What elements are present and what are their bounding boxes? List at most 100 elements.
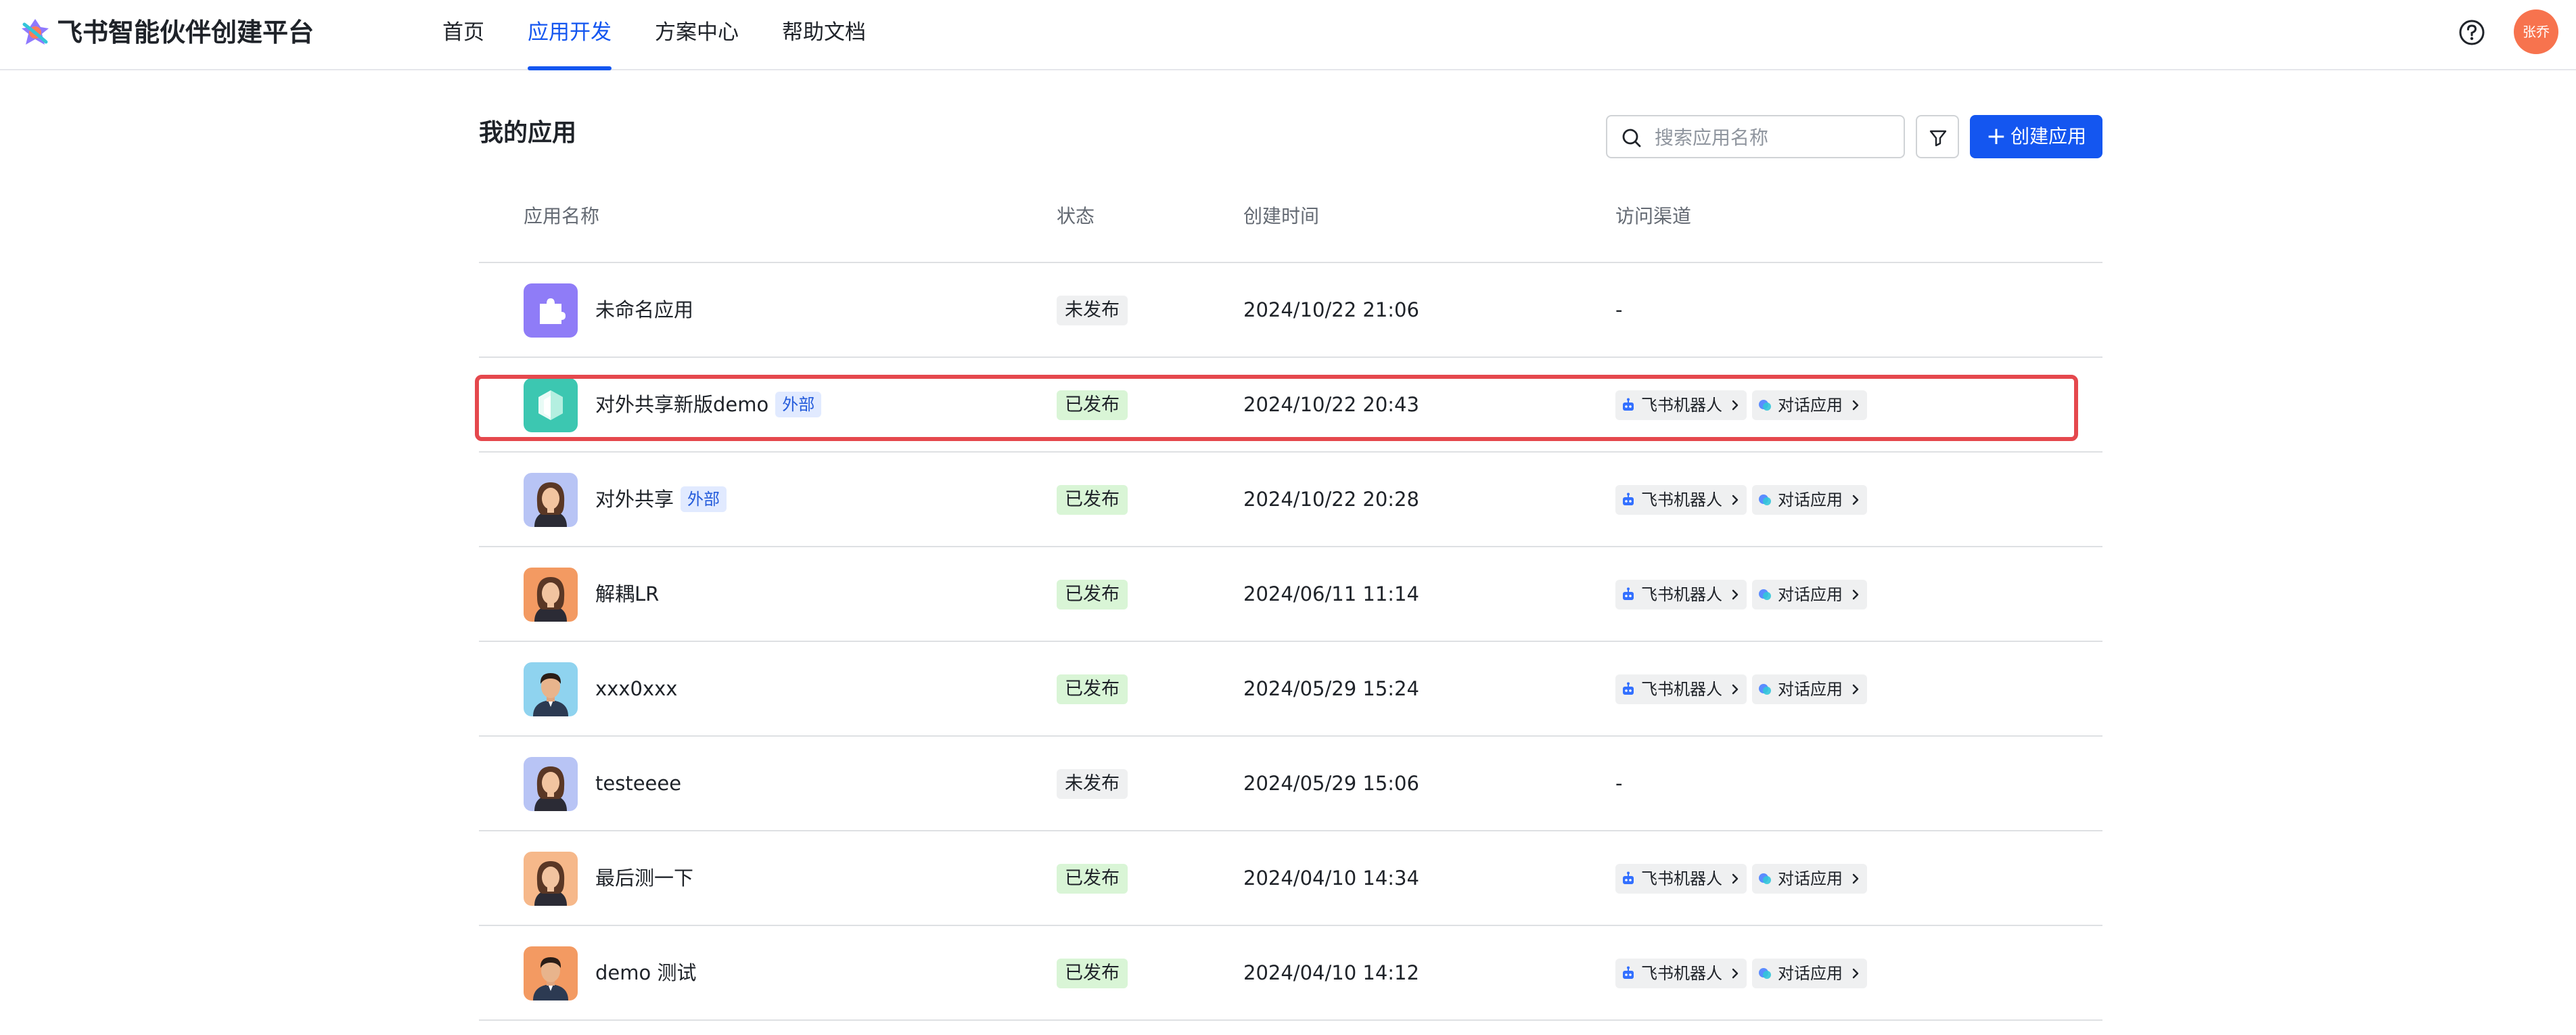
app-name: demo 测试 [595, 961, 697, 984]
channel-label: 对话应用 [1778, 964, 1843, 983]
top-header: 飞书智能伙伴创建平台 首页 应用开发 方案中心 帮助文档 张乔 [0, 0, 2576, 70]
row-highlight-box [475, 375, 2078, 441]
nav-solutions[interactable]: 方案中心 [655, 0, 739, 70]
page-title: 我的应用 [479, 119, 577, 147]
nav-app-dev[interactable]: 应用开发 [528, 0, 612, 70]
channel-label: 飞书机器人 [1641, 490, 1722, 509]
channel-label: 对话应用 [1778, 490, 1843, 509]
user-avatar[interactable]: 张乔 [2514, 9, 2558, 54]
app-icon [524, 473, 578, 527]
app-name-cell[interactable]: demo 测试 [595, 959, 696, 987]
channel-chip-chat[interactable]: 对话应用 [1752, 864, 1867, 894]
channel-chip-chat[interactable]: 对话应用 [1752, 959, 1867, 988]
channel-label: 对话应用 [1778, 869, 1843, 888]
channel-chip-bot[interactable]: 飞书机器人 [1615, 580, 1747, 610]
app-name-cell[interactable]: xxx0xxx [595, 674, 677, 703]
chat-app-icon [1759, 873, 1771, 884]
table-row[interactable]: 对外共享 外部 已发布 2024/10/22 20:28 飞书机器人 对话应用 [479, 453, 2102, 547]
app-name-cell[interactable]: 对外共享 外部 [595, 485, 727, 513]
channel-chip-bot[interactable]: 飞书机器人 [1615, 959, 1747, 988]
chevron-right-icon [1852, 968, 1859, 979]
table-row[interactable]: 未命名应用 未发布 2024/10/22 21:06 - [479, 263, 2102, 358]
app-name-cell[interactable]: testeeee [595, 769, 681, 798]
channel-list: 飞书机器人 对话应用 [1615, 864, 1872, 894]
created-time: 2024/06/11 11:14 [1243, 582, 1419, 605]
app-name-cell[interactable]: 解耦LR [595, 580, 659, 608]
table-row[interactable]: testeeee 未发布 2024/05/29 15:06 - [479, 737, 2102, 831]
channel-label: 对话应用 [1778, 585, 1843, 604]
create-app-label: 创建应用 [2010, 125, 2087, 147]
nav-home[interactable]: 首页 [442, 0, 484, 70]
created-time: 2024/10/22 20:28 [1243, 488, 1419, 511]
channel-chip-bot[interactable]: 飞书机器人 [1615, 674, 1747, 704]
created-time: 2024/04/10 14:12 [1243, 961, 1419, 984]
channel-list: 飞书机器人 对话应用 [1615, 580, 1872, 610]
channel-chip-chat[interactable]: 对话应用 [1752, 485, 1867, 515]
created-time: 2024/04/10 14:34 [1243, 867, 1419, 890]
channel-list: 飞书机器人 对话应用 [1615, 485, 1872, 515]
app-icon [524, 568, 578, 622]
app-icon [524, 662, 578, 716]
search-icon [1622, 129, 1641, 147]
column-header-channels: 访问渠道 [1615, 205, 1692, 227]
robot-icon [1623, 587, 1634, 600]
column-header-name: 应用名称 [524, 205, 600, 227]
robot-icon [1623, 682, 1634, 695]
chevron-right-icon [1732, 873, 1739, 884]
status-badge: 已发布 [1057, 959, 1128, 988]
status-badge: 已发布 [1057, 580, 1128, 610]
chevron-right-icon [1852, 495, 1859, 505]
robot-icon [1623, 492, 1634, 505]
table-row[interactable]: 解耦LR 已发布 2024/06/11 11:14 飞书机器人 对话应用 [479, 547, 2102, 642]
channel-label: 对话应用 [1778, 680, 1843, 699]
app-name: 未命名应用 [595, 298, 694, 321]
created-time: 2024/10/22 21:06 [1243, 298, 1419, 321]
no-channel: - [1615, 772, 1623, 795]
created-time: 2024/05/29 15:24 [1243, 677, 1419, 700]
help-icon[interactable] [2457, 18, 2487, 47]
nav-help-docs[interactable]: 帮助文档 [782, 0, 866, 70]
channel-chip-bot[interactable]: 飞书机器人 [1615, 485, 1747, 515]
channel-label: 飞书机器人 [1641, 680, 1722, 699]
app-icon [524, 852, 578, 906]
filter-icon [1929, 130, 1947, 147]
app-icon [524, 283, 578, 338]
search-box [1606, 115, 1905, 158]
chat-app-icon [1759, 684, 1771, 695]
app-icon [524, 946, 578, 1001]
app-name: testeeee [595, 772, 682, 795]
app-icon [524, 757, 578, 811]
main-nav: 首页 应用开发 方案中心 帮助文档 [442, 0, 909, 70]
table-row[interactable]: 最后测一下 已发布 2024/04/10 14:34 飞书机器人 对话应用 [479, 831, 2102, 926]
channel-chip-bot[interactable]: 飞书机器人 [1615, 864, 1747, 894]
channel-list: 飞书机器人 对话应用 [1615, 674, 1872, 704]
app-logo-icon[interactable] [18, 15, 53, 50]
status-badge: 已发布 [1057, 864, 1128, 894]
no-channel: - [1615, 298, 1623, 321]
app-name: 解耦LR [595, 582, 660, 605]
column-header-status: 状态 [1057, 205, 1095, 227]
chevron-right-icon [1852, 684, 1859, 695]
app-name: 对外共享 [595, 488, 674, 511]
table-row[interactable]: demo 测试 已发布 2024/04/10 14:12 飞书机器人 对话应用 [479, 926, 2102, 1021]
app-name-cell[interactable]: 最后测一下 [595, 864, 693, 892]
filter-button[interactable] [1916, 115, 1959, 158]
chat-app-icon [1759, 589, 1771, 600]
column-header-created: 创建时间 [1243, 205, 1320, 227]
chevron-right-icon [1732, 495, 1739, 505]
channel-label: 飞书机器人 [1641, 964, 1722, 983]
channel-chip-chat[interactable]: 对话应用 [1752, 674, 1867, 704]
search-input[interactable] [1655, 123, 1898, 152]
app-name-cell[interactable]: 未命名应用 [595, 296, 693, 324]
status-badge: 已发布 [1057, 674, 1128, 704]
channel-label: 飞书机器人 [1641, 585, 1722, 604]
chevron-right-icon [1732, 968, 1739, 979]
create-app-button[interactable]: + 创建应用 [1970, 115, 2102, 158]
table-row[interactable]: xxx0xxx 已发布 2024/05/29 15:24 飞书机器人 对话应用 [479, 642, 2102, 737]
app-name: 最后测一下 [595, 867, 694, 890]
channel-chip-chat[interactable]: 对话应用 [1752, 580, 1867, 610]
plus-icon: + [1985, 122, 2007, 150]
chat-app-icon [1759, 968, 1771, 979]
external-tag: 外部 [681, 486, 727, 512]
robot-icon [1623, 966, 1634, 979]
